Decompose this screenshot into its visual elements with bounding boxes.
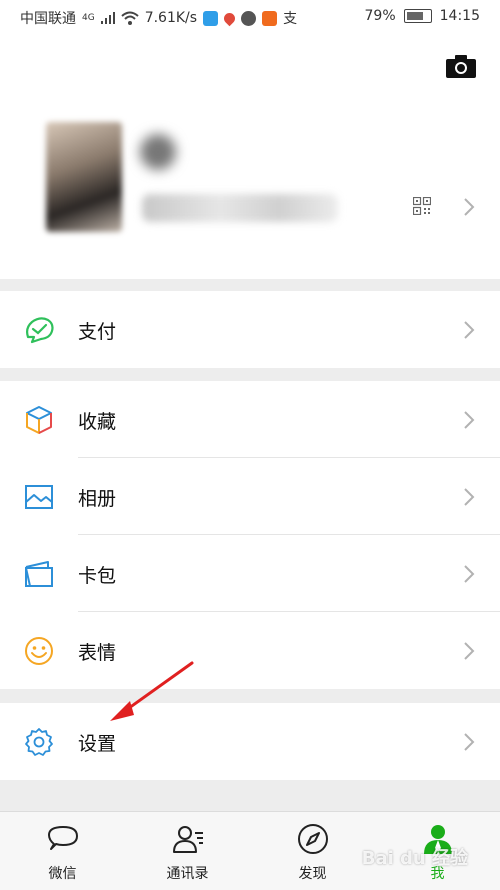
menu-item-album[interactable]: 相册 bbox=[0, 458, 500, 535]
alipay-icon: 支 bbox=[283, 11, 298, 27]
tab-wechat[interactable]: 微信 bbox=[0, 812, 125, 890]
annotation-arrow-icon bbox=[110, 661, 194, 721]
compass-icon bbox=[297, 824, 328, 854]
menu-item-card-wallet[interactable]: 卡包 bbox=[0, 535, 500, 612]
pay-icon bbox=[26, 317, 54, 344]
notification-blue-icon bbox=[203, 10, 219, 26]
favorites-cube-icon bbox=[26, 406, 52, 434]
chevron-right-icon bbox=[464, 411, 475, 429]
chevron-right-icon bbox=[464, 733, 475, 751]
menu-item-favorites[interactable]: 收藏 bbox=[0, 381, 500, 458]
network-speed: 7.61K/s bbox=[144, 10, 198, 26]
camera-icon[interactable] bbox=[446, 54, 476, 78]
emoji-icon bbox=[25, 637, 53, 665]
menu-item-settings[interactable]: 设置 bbox=[0, 703, 500, 780]
chevron-right-icon bbox=[464, 488, 475, 506]
menu-item-label: 卡包 bbox=[78, 565, 117, 587]
tab-label: 发现 bbox=[298, 866, 327, 882]
status-bar: 中国联通 4G 7.61K/s 支 79% 14:15 bbox=[0, 0, 500, 34]
wechat-id bbox=[142, 194, 338, 222]
card-wallet-icon bbox=[25, 561, 53, 587]
menu-item-label: 收藏 bbox=[78, 411, 117, 433]
taobao-icon bbox=[262, 10, 278, 26]
signal-icon bbox=[100, 12, 115, 24]
gear-icon bbox=[25, 728, 53, 756]
menu-item-label: 支付 bbox=[78, 321, 117, 343]
album-icon bbox=[25, 485, 53, 509]
watermark: Bai du 经验 bbox=[361, 848, 468, 869]
wifi-icon bbox=[121, 11, 139, 25]
qr-code-icon[interactable] bbox=[413, 197, 431, 215]
chevron-right-icon bbox=[464, 565, 475, 583]
battery-percent: 79% bbox=[364, 8, 396, 24]
tab-label: 微信 bbox=[48, 866, 77, 882]
profile-chevron-right-icon[interactable] bbox=[463, 197, 475, 217]
chevron-right-icon bbox=[464, 321, 475, 339]
chat-bubble-icon bbox=[47, 826, 78, 850]
battery-icon bbox=[403, 9, 432, 23]
clock: 14:15 bbox=[439, 8, 480, 24]
contacts-icon bbox=[172, 826, 203, 853]
chat-icon bbox=[241, 10, 257, 26]
tab-contacts[interactable]: 通讯录 bbox=[125, 812, 250, 890]
chevron-right-icon bbox=[464, 642, 475, 660]
network-type: 4G bbox=[82, 13, 95, 23]
features-group: 收藏 相册 卡包 表情 bbox=[0, 381, 500, 689]
pay-group: 支付 bbox=[0, 291, 500, 368]
carrier-label: 中国联通 bbox=[20, 11, 76, 27]
avatar[interactable] bbox=[46, 122, 122, 232]
tab-discover[interactable]: 发现 bbox=[250, 812, 375, 890]
menu-item-emoji[interactable]: 表情 bbox=[0, 612, 500, 689]
menu-item-pay[interactable]: 支付 bbox=[0, 291, 500, 368]
settings-group: 设置 bbox=[0, 703, 500, 780]
map-pin-icon bbox=[221, 10, 238, 26]
menu-item-label: 设置 bbox=[78, 733, 117, 755]
profile-header bbox=[0, 34, 500, 279]
menu-item-label: 相册 bbox=[78, 488, 117, 510]
profile-nickname bbox=[140, 134, 176, 170]
tab-label: 通讯录 bbox=[166, 866, 209, 882]
